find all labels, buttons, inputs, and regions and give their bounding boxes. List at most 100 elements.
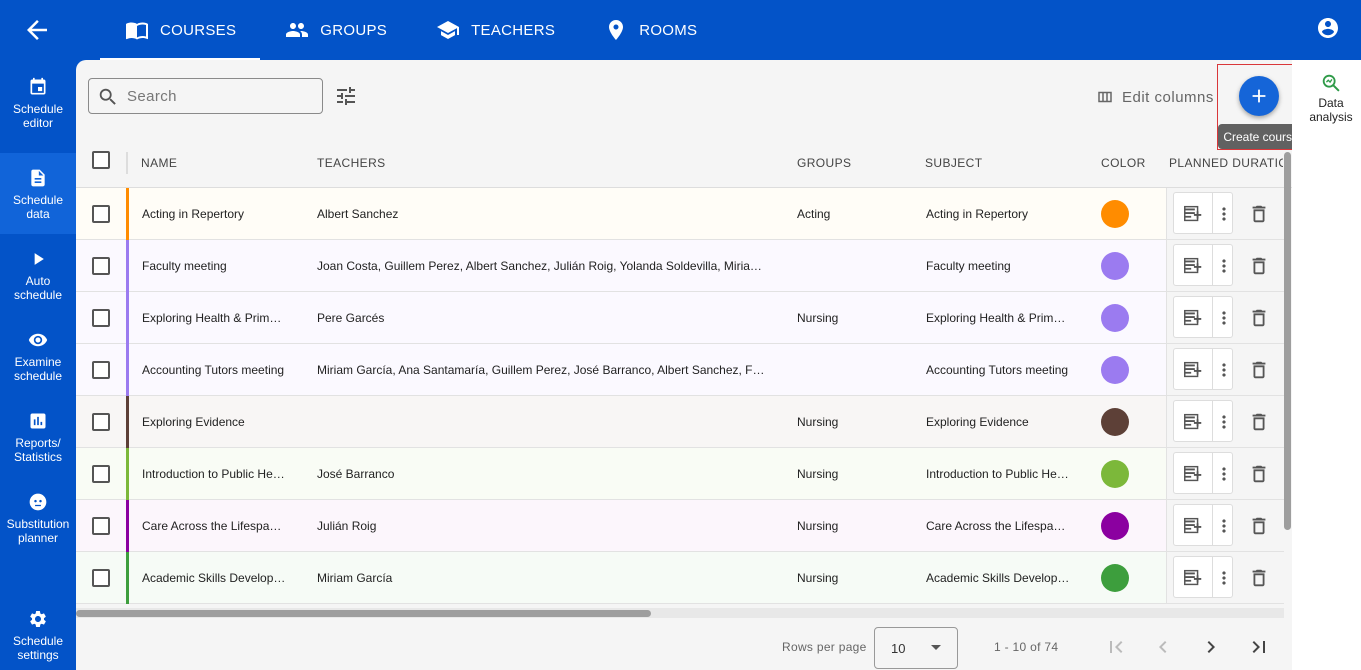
horizontal-scrollbar[interactable] — [76, 610, 651, 617]
face-icon — [27, 491, 49, 513]
vertical-scrollbar[interactable] — [1284, 152, 1291, 530]
data-analysis-button[interactable]: Data analysis — [1306, 72, 1356, 124]
row-color-stripe — [126, 240, 129, 292]
table-row[interactable]: Exploring Evidence Nursing Exploring Evide… — [76, 396, 1284, 448]
row-actions — [1166, 240, 1284, 291]
color-swatch[interactable] — [1101, 200, 1129, 228]
delete-icon[interactable] — [1247, 306, 1271, 330]
add-note-icon[interactable] — [1181, 306, 1205, 330]
column-header-planned-duration[interactable]: PLANNED DURATIO — [1169, 138, 1283, 188]
row-color-stripe — [126, 292, 129, 344]
account-circle-icon[interactable] — [1316, 16, 1340, 40]
rows-per-page-label: Rows per page — [782, 640, 867, 654]
first-page-icon[interactable] — [1104, 635, 1128, 659]
color-swatch[interactable] — [1101, 564, 1129, 592]
cell-name: Acting in Repertory — [142, 206, 245, 221]
more-vert-icon[interactable] — [1212, 410, 1236, 434]
tab-label: TEACHERS — [471, 21, 556, 39]
people-icon — [284, 17, 310, 43]
column-header-name[interactable]: NAME — [141, 138, 301, 188]
table-row[interactable]: Academic Skills Develop… Miriam García Nur… — [76, 552, 1284, 604]
add-note-icon[interactable] — [1181, 410, 1205, 434]
filter-tune-icon[interactable] — [334, 84, 358, 108]
color-swatch[interactable] — [1101, 408, 1129, 436]
table-row[interactable]: Introduction to Public He… José Barranco N… — [76, 448, 1284, 500]
cell-teachers: Miriam García — [317, 570, 393, 585]
back-arrow-icon[interactable] — [22, 15, 52, 45]
select-all-checkbox[interactable] — [92, 151, 110, 169]
more-vert-icon[interactable] — [1212, 358, 1236, 382]
column-header-groups[interactable]: GROUPS — [797, 138, 897, 188]
color-swatch[interactable] — [1101, 252, 1129, 280]
color-swatch[interactable] — [1101, 460, 1129, 488]
row-checkbox[interactable] — [92, 569, 110, 587]
search-input[interactable] — [127, 85, 317, 107]
delete-icon[interactable] — [1247, 462, 1271, 486]
delete-icon[interactable] — [1247, 566, 1271, 590]
tab-groups[interactable]: GROUPS — [260, 0, 411, 60]
search-field[interactable] — [88, 78, 323, 114]
sidebar-item-schedule-settings[interactable]: Schedule settings — [0, 594, 76, 670]
more-vert-icon[interactable] — [1212, 462, 1236, 486]
row-checkbox[interactable] — [92, 413, 110, 431]
edit-columns-button[interactable]: Edit columns — [1096, 87, 1214, 107]
color-swatch[interactable] — [1101, 356, 1129, 384]
tab-teachers[interactable]: TEACHERS — [411, 0, 579, 60]
add-note-icon[interactable] — [1181, 566, 1205, 590]
delete-icon[interactable] — [1247, 358, 1271, 382]
create-course-button[interactable] — [1239, 76, 1279, 116]
previous-page-icon[interactable] — [1151, 635, 1175, 659]
row-checkbox[interactable] — [92, 257, 110, 275]
delete-icon[interactable] — [1247, 202, 1271, 226]
color-swatch[interactable] — [1101, 304, 1129, 332]
rows-per-page-select[interactable]: 10 — [874, 627, 958, 669]
plus-icon — [1252, 89, 1266, 103]
delete-icon[interactable] — [1247, 410, 1271, 434]
last-page-icon[interactable] — [1247, 635, 1271, 659]
column-header-color[interactable]: COLOR — [1101, 138, 1161, 188]
more-vert-icon[interactable] — [1212, 202, 1236, 226]
add-note-icon[interactable] — [1181, 514, 1205, 538]
add-note-icon[interactable] — [1181, 462, 1205, 486]
add-note-icon[interactable] — [1181, 202, 1205, 226]
add-note-icon[interactable] — [1181, 358, 1205, 382]
color-swatch[interactable] — [1101, 512, 1129, 540]
cell-name: Faculty meeting — [142, 258, 227, 273]
column-header-subject[interactable]: SUBJECT — [925, 138, 1065, 188]
row-checkbox[interactable] — [92, 309, 110, 327]
row-checkbox[interactable] — [92, 517, 110, 535]
sidebar-item-auto-schedule[interactable]: Auto schedule — [0, 234, 76, 315]
sidebar-item-reports-statistics[interactable]: Reports/ Statistics — [0, 396, 76, 477]
more-vert-icon[interactable] — [1212, 306, 1236, 330]
add-note-icon[interactable] — [1181, 254, 1205, 278]
tab-courses[interactable]: COURSES — [100, 0, 261, 60]
sidebar-item-examine-schedule[interactable]: Examine schedule — [0, 315, 76, 396]
table-row[interactable]: Accounting Tutors meeting Miriam García, … — [76, 344, 1284, 396]
more-vert-icon[interactable] — [1212, 254, 1236, 278]
column-header-teachers[interactable]: TEACHERS — [317, 138, 517, 188]
pagination-range: 1 - 10 of 74 — [994, 640, 1059, 654]
more-vert-icon[interactable] — [1212, 514, 1236, 538]
table-row[interactable]: Care Across the Lifespa… Julián Roig Nursi… — [76, 500, 1284, 552]
row-checkbox[interactable] — [92, 465, 110, 483]
row-checkbox[interactable] — [92, 361, 110, 379]
row-color-stripe — [126, 500, 129, 552]
table-row[interactable]: Faculty meeting Joan Costa, Guillem Perez… — [76, 240, 1284, 292]
sidebar-item-substitution-planner[interactable]: Substitution planner — [0, 477, 76, 558]
book-open-icon — [124, 17, 150, 43]
next-page-icon[interactable] — [1199, 635, 1223, 659]
calendar-icon — [27, 76, 49, 98]
cell-subject: Introduction to Public He… — [926, 466, 1069, 481]
row-checkbox[interactable] — [92, 205, 110, 223]
sidebar-item-schedule-editor[interactable]: Schedule editor — [0, 62, 76, 143]
sidebar-item-schedule-data[interactable]: Schedule data — [0, 153, 76, 234]
table-row[interactable]: Exploring Health & Prim… Pere Garcés Nursi… — [76, 292, 1284, 344]
cell-name: Academic Skills Develop… — [142, 570, 286, 585]
more-vert-icon[interactable] — [1212, 566, 1236, 590]
cell-groups — [797, 344, 907, 395]
tab-rooms[interactable]: ROOMS — [579, 0, 721, 60]
table-row[interactable]: Acting in Repertory Albert Sanchez Acting A… — [76, 188, 1284, 240]
delete-icon[interactable] — [1247, 254, 1271, 278]
cell-name: Exploring Evidence — [142, 414, 245, 429]
delete-icon[interactable] — [1247, 514, 1271, 538]
